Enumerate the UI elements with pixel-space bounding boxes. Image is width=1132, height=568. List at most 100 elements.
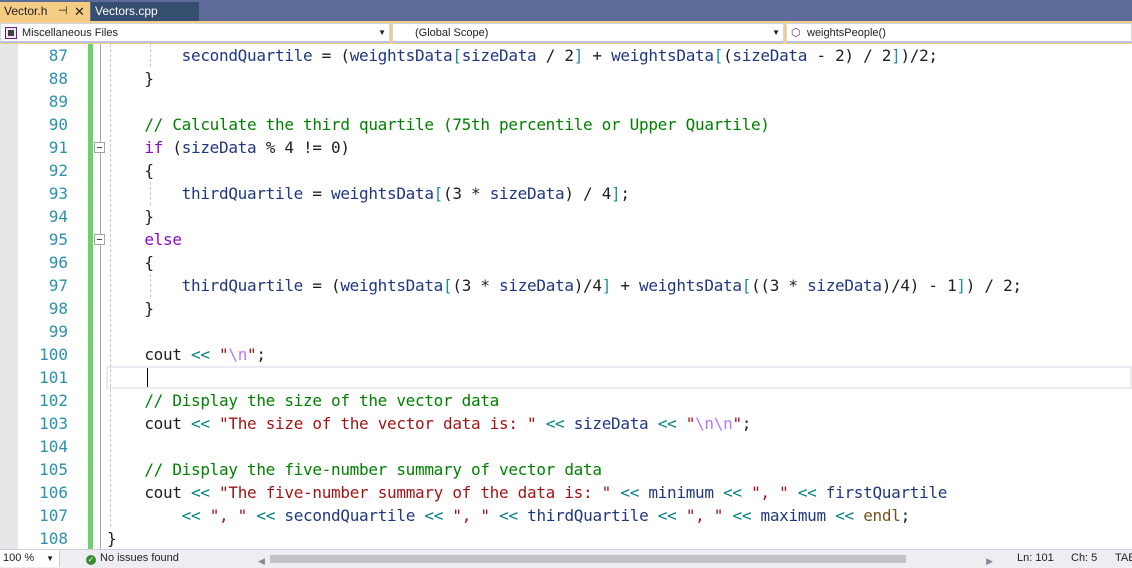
code-token: // Calculate the third quartile (75th pe… [144,115,770,134]
code-line[interactable]: 108} [0,527,1132,549]
code-line[interactable]: 94 } [0,205,1132,228]
code-token: [ [443,276,453,295]
code-token: " [732,414,742,433]
code-text: cout << "The size of the vector data is:… [107,412,751,435]
indent-guide [150,182,151,205]
code-token: << [723,483,742,502]
column-indicator[interactable]: Ch: 5 [1071,550,1097,567]
line-number: 89 [48,92,68,111]
code-token: )/2; [900,46,938,65]
line-number: 108 [39,529,68,548]
code-line[interactable]: 99 [0,320,1132,343]
code-line[interactable]: 88 } [0,67,1132,90]
code-line[interactable]: 98 } [0,297,1132,320]
project-dropdown[interactable]: Miscellaneous Files ▼ [0,23,390,43]
code-token: + [611,276,640,295]
code-line[interactable]: 87 secondQuartile = (weightsData[sizeDat… [0,44,1132,67]
code-token: << [256,506,276,525]
code-token: << [620,483,640,502]
line-number: 96 [48,253,68,272]
indentation-mode[interactable]: TABS [1115,550,1132,567]
scroll-left-icon[interactable]: ◀ [258,553,265,568]
code-line[interactable]: 92 { [0,159,1132,182]
chevron-down-icon[interactable]: ▼ [378,24,386,42]
code-line[interactable]: 106 cout << "The five-number summary of … [0,481,1132,504]
code-token: ; [900,506,911,525]
code-token: sizeData [181,138,257,157]
scroll-right-icon[interactable]: ▶ [986,553,993,568]
code-line[interactable]: 107 << ", " << secondQuartile << ", " <<… [0,504,1132,527]
code-token: / 2 [536,46,574,65]
code-editor[interactable]: 87 secondQuartile = (weightsData[sizeDat… [0,44,1132,549]
project-icon [5,27,17,39]
code-token: weightsData [611,46,714,65]
code-token: ( [163,138,182,157]
code-token: ) / 2; [965,276,1022,295]
code-token: ; [620,184,630,203]
code-token: \n\n [695,414,733,433]
code-token: } [107,529,117,548]
close-icon[interactable]: ✕ [74,2,85,21]
code-line[interactable]: 104 [0,435,1132,458]
zoom-dropdown[interactable]: 100 % ▼ [0,550,60,567]
code-token: [ [433,184,444,203]
code-line[interactable]: 89 [0,90,1132,113]
member-dropdown[interactable]: ⬡ weightsPeople() [786,23,1132,43]
code-line[interactable]: 93 thirdQuartile = weightsData[(3 * size… [0,182,1132,205]
indent-guide [150,274,151,297]
code-token: { [144,161,154,180]
code-line[interactable]: 97 thirdQuartile = (weightsData[(3 * siz… [0,274,1132,297]
tab-vector-h[interactable]: Vector.h ⊣ ✕ [0,2,90,21]
code-line[interactable]: 91 if (sizeData % 4 != 0) [0,136,1132,159]
line-number-indicator[interactable]: Ln: 101 [1017,550,1054,567]
indent-guide [150,44,151,67]
code-token: cout [144,483,192,502]
line-number: 98 [48,299,68,318]
tab-label: Vector.h [4,4,48,18]
code-text: // Calculate the third quartile (75th pe… [107,113,770,136]
line-number: 97 [48,276,68,295]
pin-icon[interactable]: ⊣ [58,2,68,21]
code-text: } [107,527,117,549]
issues-indicator[interactable]: ✓ No issues found [86,550,179,567]
scope-dropdown[interactable]: (Global Scope) ▼ [392,23,784,43]
collapse-icon[interactable] [94,142,105,153]
navigation-bar: Miscellaneous Files ▼ (Global Scope) ▼ ⬡… [0,21,1132,44]
horizontal-scrollbar[interactable]: ◀ ▶ [258,553,993,566]
code-line[interactable]: 96 { [0,251,1132,274]
line-number: 102 [39,391,68,410]
code-line[interactable]: 102 // Display the size of the vector da… [0,389,1132,412]
tab-vectors-cpp[interactable]: Vectors.cpp [91,2,199,21]
code-line[interactable]: 105 // Display the five-number summary o… [0,458,1132,481]
code-token: "The size of the vector data is: " [219,414,537,433]
code-line[interactable]: 101 [0,366,1132,389]
code-line[interactable]: 100 cout << "\n"; [0,343,1132,366]
code-token: thirdQuartile [181,276,304,295]
code-line[interactable]: 90 // Calculate the third quartile (75th… [0,113,1132,136]
collapse-icon[interactable] [94,234,105,245]
code-token: " [685,414,696,433]
code-token: cout [144,345,192,364]
chevron-down-icon[interactable]: ▼ [772,24,780,42]
code-line[interactable]: 103 cout << "The size of the vector data… [0,412,1132,435]
scrollbar-thumb[interactable] [270,555,906,563]
code-token: )/4) - 1 [881,276,957,295]
code-token: << [424,506,444,525]
chevron-down-icon[interactable]: ▼ [46,550,54,567]
code-line[interactable]: 95 else [0,228,1132,251]
code-token: = [303,184,331,203]
code-token: (3 * [452,276,500,295]
